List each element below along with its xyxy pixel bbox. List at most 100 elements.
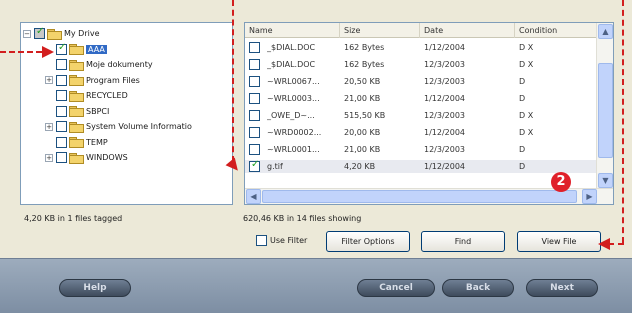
tree-item[interactable]: AAA xyxy=(45,42,107,56)
help-button[interactable]: Help xyxy=(59,279,131,297)
file-checkbox[interactable] xyxy=(249,59,260,70)
file-row[interactable]: ~WRD0002... 20,00 KB 1/12/2004 D X xyxy=(245,126,597,139)
scroll-right-icon[interactable]: ▶ xyxy=(582,189,597,204)
file-cell-name: g.tif xyxy=(267,162,283,171)
file-row[interactable]: g.tif 4,20 KB 1/12/2004 D xyxy=(245,159,597,173)
file-cell-cond: D xyxy=(519,77,526,86)
arrow-to-view-file-icon xyxy=(598,238,610,250)
tree-item-label: Program Files xyxy=(86,75,140,85)
tree-item-label: TEMP xyxy=(86,137,108,147)
callout-line-left xyxy=(0,51,42,53)
file-cell-size: 4,20 KB xyxy=(344,162,376,171)
tree-item[interactable]: TEMP xyxy=(45,136,108,149)
file-cell-cond: D X xyxy=(519,43,534,52)
tree-item-label: Moje dokumenty xyxy=(86,60,153,69)
folder-icon xyxy=(69,152,84,164)
file-cell-cond: D xyxy=(519,94,526,103)
folder-icon xyxy=(69,44,84,55)
file-cell-cond: D X xyxy=(519,128,534,137)
folder-icon xyxy=(69,121,84,133)
arrow-to-aaa-icon xyxy=(42,46,54,58)
filter-options-button[interactable]: Filter Options xyxy=(326,231,410,252)
showing-status: 620,46 KB in 14 files showing xyxy=(243,214,362,223)
tree-item-label: SBPCI xyxy=(86,106,110,116)
tree-checkbox[interactable] xyxy=(34,26,45,39)
file-checkbox[interactable] xyxy=(249,159,260,172)
tree-checkbox[interactable] xyxy=(56,136,67,148)
folder-icon xyxy=(69,106,84,117)
expand-icon[interactable]: + xyxy=(45,76,53,84)
file-row[interactable]: _$DIAL.DOC 162 Bytes 12/3/2003 D X xyxy=(245,58,597,71)
scroll-left-icon[interactable]: ◀ xyxy=(246,189,261,204)
file-cell-cond: D xyxy=(519,145,526,154)
column-header-size[interactable]: Size xyxy=(340,23,420,38)
tree-checkbox[interactable] xyxy=(56,105,67,117)
folder-icon xyxy=(69,90,84,102)
tree-item[interactable]: + WINDOWS xyxy=(45,151,128,164)
file-cell-date: 12/3/2003 xyxy=(424,111,466,120)
tree-checkbox[interactable] xyxy=(56,90,67,101)
vertical-scroll-thumb[interactable] xyxy=(598,63,613,158)
folder-icon xyxy=(69,137,84,148)
file-cell-name: ~WRL0001... xyxy=(267,145,320,154)
column-header-condition[interactable]: Condition xyxy=(515,23,597,38)
tree-checkbox[interactable] xyxy=(56,74,67,86)
tree-item-label: RECYCLED xyxy=(86,91,128,100)
bottom-bar: Help Cancel Back Next xyxy=(0,258,632,313)
tree-item[interactable]: + Program Files xyxy=(45,74,140,87)
tree-checkbox[interactable] xyxy=(56,152,67,163)
file-checkbox[interactable] xyxy=(249,110,260,121)
expand-icon[interactable]: + xyxy=(45,153,53,162)
back-button[interactable]: Back xyxy=(442,279,514,297)
file-cell-date: 1/12/2004 xyxy=(424,94,466,103)
step-badge: 2 xyxy=(551,172,571,192)
file-checkbox[interactable] xyxy=(249,42,260,53)
folder-icon xyxy=(69,59,84,71)
file-checkbox[interactable] xyxy=(249,144,260,155)
file-cell-date: 12/3/2003 xyxy=(424,60,466,69)
column-header-date[interactable]: Date xyxy=(420,23,515,38)
file-checkbox[interactable] xyxy=(249,127,260,138)
file-row[interactable]: ~WRL0001... 21,00 KB 12/3/2003 D xyxy=(245,143,597,156)
file-cell-size: 162 Bytes xyxy=(344,43,385,52)
tree-item-label: System Volume Informatio xyxy=(86,122,192,131)
tree-item[interactable]: + System Volume Informatio xyxy=(45,120,192,133)
callout-line-view xyxy=(608,243,624,245)
tree-item[interactable]: SBPCI xyxy=(45,105,109,118)
file-cell-cond: D X xyxy=(519,60,534,69)
file-cell-date: 1/12/2004 xyxy=(424,43,466,52)
file-row[interactable]: ~WRL0003... 21,00 KB 1/12/2004 D xyxy=(245,92,597,105)
file-row[interactable]: _OWE_D~... 515,50 KB 12/3/2003 D X xyxy=(245,109,597,122)
scroll-up-icon[interactable]: ▲ xyxy=(598,24,613,39)
expand-icon[interactable]: + xyxy=(45,122,53,131)
find-button[interactable]: Find xyxy=(421,231,505,252)
scroll-down-icon[interactable]: ▼ xyxy=(598,173,613,188)
file-cell-size: 20,00 KB xyxy=(344,128,381,137)
file-cell-date: 1/12/2004 xyxy=(424,128,466,137)
file-cell-size: 162 Bytes xyxy=(344,60,385,69)
file-cell-size: 21,00 KB xyxy=(344,94,381,103)
tree-item[interactable]: Moje dokumenty xyxy=(45,58,153,71)
tree-item[interactable]: RECYCLED xyxy=(45,89,128,102)
file-row[interactable]: ~WRL0067... 20,50 KB 12/3/2003 D xyxy=(245,75,597,88)
file-checkbox[interactable] xyxy=(249,93,260,104)
next-button[interactable]: Next xyxy=(526,279,598,297)
cancel-button[interactable]: Cancel xyxy=(357,279,435,297)
view-file-button[interactable]: View File xyxy=(517,231,601,252)
tree-checkbox[interactable] xyxy=(56,59,67,70)
tree-checkbox[interactable] xyxy=(56,121,67,132)
collapse-icon[interactable]: − xyxy=(23,29,31,38)
file-list-vertical-scrollbar[interactable]: ▲ ▼ xyxy=(596,23,613,190)
use-filter-checkbox[interactable]: Use Filter xyxy=(256,235,307,246)
file-cell-size: 21,00 KB xyxy=(344,145,381,154)
file-row[interactable]: _$DIAL.DOC 162 Bytes 1/12/2004 D X xyxy=(245,41,597,54)
file-cell-date: 1/12/2004 xyxy=(424,162,466,171)
column-header-name[interactable]: Name xyxy=(245,23,340,38)
file-cell-size: 515,50 KB xyxy=(344,111,386,120)
horizontal-scroll-thumb[interactable] xyxy=(262,190,577,203)
use-filter-box[interactable] xyxy=(256,235,267,246)
callout-line-right xyxy=(622,0,624,243)
file-checkbox[interactable] xyxy=(249,76,260,87)
tree-checkbox[interactable] xyxy=(56,42,67,55)
tree-item[interactable]: − My Drive xyxy=(23,26,100,40)
